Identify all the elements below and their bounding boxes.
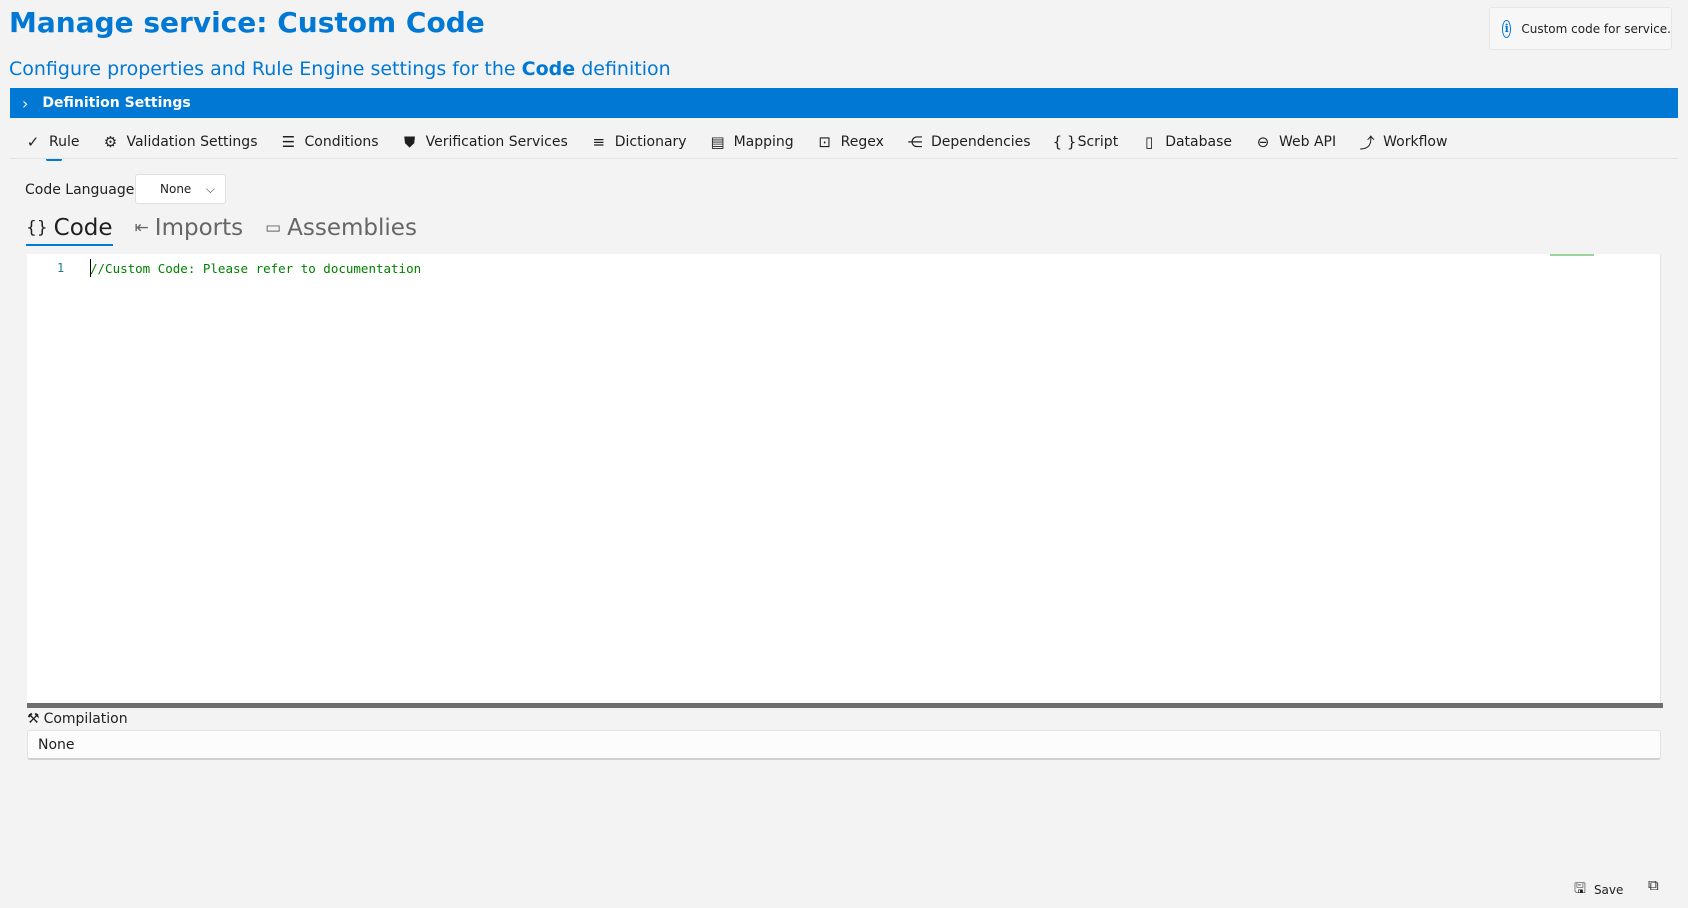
code-language-value: None xyxy=(160,182,192,196)
tab-label: Verification Services xyxy=(425,134,568,150)
tab-label: Rule xyxy=(49,134,80,150)
regex-icon: ⊡ xyxy=(818,133,831,151)
page-subtitle: Configure properties and Rule Engine set… xyxy=(9,58,671,80)
subtab-label: Assemblies xyxy=(287,215,417,241)
subtab-label: Imports xyxy=(154,215,244,241)
tab-rule[interactable]: ✓ Rule xyxy=(24,127,80,161)
subtab-imports[interactable]: ⇤ Imports xyxy=(135,215,244,241)
tab-label: Dictionary xyxy=(614,134,687,150)
subtitle-suffix: definition xyxy=(581,58,671,80)
definition-settings-label: Definition Settings xyxy=(42,95,191,111)
code-language-label: Code Language: xyxy=(25,182,140,198)
workflow-icon: ⤴ xyxy=(1359,133,1375,152)
check-icon: ✓ xyxy=(26,133,40,151)
tab-database[interactable]: ▯ Database xyxy=(1140,127,1232,157)
tab-mapping[interactable]: ▤ Mapping xyxy=(709,127,794,157)
subtitle-bold: Code xyxy=(521,58,576,80)
settings-tabs: ✓ Rule ⚙ Validation Settings ☰ Condition… xyxy=(24,126,1469,161)
conditions-icon: ☰ xyxy=(281,133,296,151)
editor-splitter[interactable] xyxy=(27,703,1663,708)
code-line: //Custom Code: Please refer to documenta… xyxy=(90,261,422,276)
braces-icon: {} xyxy=(26,218,48,238)
info-icon: i xyxy=(1502,19,1512,38)
save-button[interactable]: 🖫 Save xyxy=(1574,878,1623,902)
chevron-right-icon: › xyxy=(22,93,29,113)
tab-dependencies[interactable]: ⋲ Dependencies xyxy=(906,127,1031,157)
tab-regex[interactable]: ⊡ Regex xyxy=(816,127,884,157)
page-title: Manage service: Custom Code xyxy=(9,6,485,39)
code-language-select[interactable]: None ⌵ xyxy=(135,174,226,204)
tab-workflow[interactable]: ⤴ Workflow xyxy=(1358,127,1448,157)
compilation-value: None xyxy=(38,736,75,753)
tab-label: Mapping xyxy=(733,134,794,150)
share-icon: ⋲ xyxy=(907,133,923,151)
info-panel: i Custom code for service. xyxy=(1489,7,1672,50)
save-icon: 🖫 xyxy=(1574,881,1586,897)
tab-verification-services[interactable]: ⛊ Verification Services xyxy=(401,127,568,157)
tab-validation-settings[interactable]: ⚙ Validation Settings xyxy=(101,127,258,157)
text-cursor xyxy=(90,259,91,277)
compilation-header: ⚒ Compilation xyxy=(27,711,128,727)
mapping-icon: ▤ xyxy=(710,133,725,151)
compilation-output: None xyxy=(27,730,1661,760)
tab-web-api[interactable]: ⊖ Web API xyxy=(1254,127,1336,157)
tab-label: Database xyxy=(1165,134,1232,150)
compile-icon: ⚒ xyxy=(27,711,40,727)
line-number: 1 xyxy=(57,261,65,275)
tab-label: Regex xyxy=(840,134,884,150)
tab-conditions[interactable]: ☰ Conditions xyxy=(280,127,379,157)
web-api-icon: ⊖ xyxy=(1256,133,1270,151)
definition-settings-bar[interactable]: › Definition Settings xyxy=(10,88,1678,118)
tab-label: Validation Settings xyxy=(126,134,258,150)
list-icon: ≡ xyxy=(592,133,606,151)
tab-script[interactable]: { } Script xyxy=(1053,127,1119,157)
info-text: Custom code for service. xyxy=(1521,21,1671,36)
tab-label: Dependencies xyxy=(930,134,1031,150)
tab-label: Workflow xyxy=(1383,134,1448,150)
subtitle-prefix: Configure properties and Rule Engine set… xyxy=(9,58,516,80)
tabs-divider xyxy=(10,158,1678,159)
validation-icon: ⚙ xyxy=(103,133,118,151)
subtab-assemblies[interactable]: ▭ Assemblies xyxy=(265,215,417,241)
shield-icon: ⛊ xyxy=(403,133,416,151)
braces-icon: { } xyxy=(1052,133,1077,151)
popout-icon[interactable]: ⧉ xyxy=(1648,876,1659,894)
assemblies-icon: ▭ xyxy=(265,218,282,238)
tab-label: Web API xyxy=(1279,134,1337,150)
subtab-code[interactable]: {} Code xyxy=(26,215,113,246)
code-subtabs: {} Code ⇤ Imports ▭ Assemblies xyxy=(26,215,417,246)
compilation-label: Compilation xyxy=(43,711,128,727)
tab-label: Conditions xyxy=(304,134,379,150)
chevron-down-icon: ⌵ xyxy=(205,181,215,196)
minimap[interactable] xyxy=(1550,254,1594,256)
database-icon: ▯ xyxy=(1145,133,1154,151)
imports-icon: ⇤ xyxy=(134,218,149,238)
subtab-label: Code xyxy=(53,215,113,241)
save-label: Save xyxy=(1593,883,1624,897)
code-editor[interactable]: 1 //Custom Code: Please refer to documen… xyxy=(27,254,1661,704)
tab-dictionary[interactable]: ≡ Dictionary xyxy=(590,127,687,157)
tab-label: Script xyxy=(1077,134,1119,150)
